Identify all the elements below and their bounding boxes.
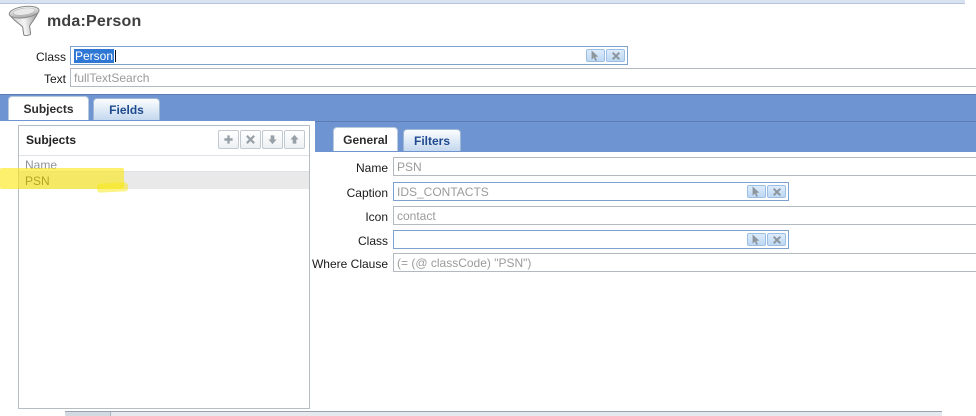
- class-lookup-input[interactable]: [393, 230, 789, 249]
- icon-input[interactable]: contact: [393, 206, 976, 225]
- class-input[interactable]: Person: [70, 46, 628, 65]
- subject-row-psn[interactable]: PSN: [19, 172, 309, 189]
- caption-input[interactable]: IDS_CONTACTS: [393, 182, 789, 201]
- x-icon: [772, 235, 782, 245]
- class-lookup-pick-button[interactable]: [747, 233, 766, 246]
- arrow-up-icon: [289, 134, 300, 145]
- page-title: mda:Person: [47, 13, 141, 31]
- caption-pick-button[interactable]: [747, 185, 766, 198]
- cursor-icon: [751, 186, 762, 197]
- top-toolbar-edge: [0, 0, 965, 4]
- arrow-down-icon: [267, 134, 278, 145]
- tab-subjects[interactable]: Subjects: [8, 96, 89, 120]
- tab-general[interactable]: General: [333, 127, 398, 151]
- add-subject-button[interactable]: [218, 130, 239, 149]
- tab-filters[interactable]: Filters: [403, 129, 461, 151]
- class-label: Class: [0, 50, 66, 64]
- app-window: mda:Person Class Person Text fullTextSea…: [0, 0, 976, 416]
- text-caret: [115, 50, 116, 62]
- delete-subject-button[interactable]: [240, 130, 261, 149]
- x-icon: [772, 187, 782, 197]
- icon-label: Icon: [296, 210, 388, 224]
- text-input[interactable]: fullTextSearch: [70, 68, 976, 87]
- class-lookup-clear-button[interactable]: [767, 233, 786, 246]
- column-header-name: Name: [19, 155, 309, 172]
- move-subject-up-button[interactable]: [284, 130, 305, 149]
- where-clause-label: Where Clause: [296, 257, 388, 271]
- caption-input-value: IDS_CONTACTS: [397, 185, 489, 199]
- tab-fields[interactable]: Fields: [93, 98, 160, 120]
- name-input[interactable]: PSN: [393, 157, 976, 176]
- class-input-selected-text: Person: [74, 49, 114, 63]
- caption-clear-button[interactable]: [767, 185, 786, 198]
- bottom-grid-edge: [65, 411, 942, 416]
- bottom-grid-corner-cell: [65, 412, 111, 416]
- plus-icon: [223, 134, 234, 145]
- cursor-icon: [590, 50, 601, 61]
- cursor-icon: [751, 234, 762, 245]
- name-label: Name: [296, 161, 388, 175]
- where-clause-input[interactable]: (= (@ classCode) "PSN"): [393, 253, 976, 272]
- class-detail-label: Class: [296, 234, 388, 248]
- move-subject-down-button[interactable]: [262, 130, 283, 149]
- subjects-panel-title: Subjects: [26, 133, 76, 147]
- x-icon: [245, 134, 256, 145]
- caption-label: Caption: [296, 186, 388, 200]
- x-icon: [611, 51, 621, 61]
- class-clear-button[interactable]: [606, 49, 625, 62]
- text-label: Text: [0, 72, 66, 86]
- subjects-panel: Subjects Name: [18, 125, 310, 409]
- funnel-icon: [8, 5, 44, 40]
- subjects-toolbar: [218, 130, 305, 149]
- class-pick-button[interactable]: [586, 49, 605, 62]
